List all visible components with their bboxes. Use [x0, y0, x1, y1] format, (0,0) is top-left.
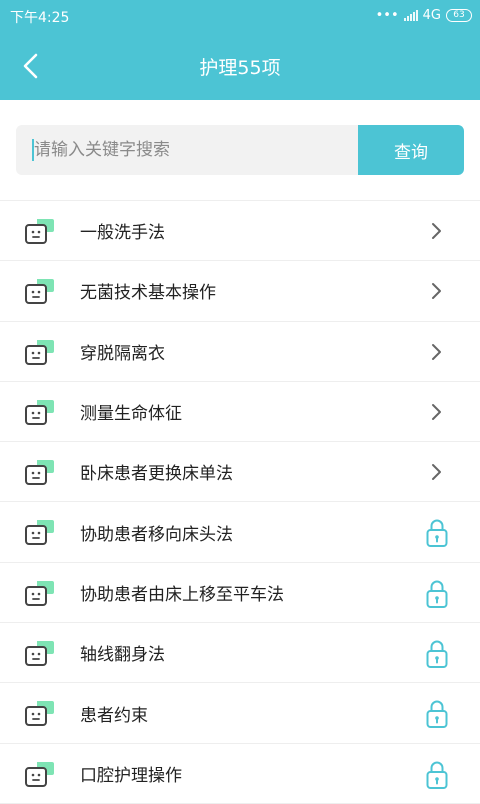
chevron-right-icon [432, 403, 441, 420]
chevron-right-icon [432, 464, 441, 481]
lock-icon [426, 700, 448, 729]
list-item-label: 穿脱隔离衣 [80, 343, 165, 364]
chevron-right-icon [432, 283, 441, 300]
chat-bubble-icon [25, 399, 54, 425]
list-item-8[interactable]: 轴线翻身法 [0, 623, 480, 684]
chat-bubble-icon [25, 339, 54, 365]
chevron-right-icon [432, 223, 441, 239]
list-item-label: 协助患者移向床头法 [80, 524, 233, 545]
chat-bubble-icon [25, 520, 54, 546]
chat-bubble-icon [25, 460, 54, 486]
status-bar: 下午4:25 ••• 4G 63 [0, 0, 480, 30]
lock-icon [426, 580, 448, 608]
list-item-label: 协助患者由床上移至平车法 [80, 584, 284, 605]
status-indicators: ••• 4G 63 [376, 7, 472, 23]
search-button[interactable]: 查询 [358, 125, 464, 175]
list-item-2[interactable]: 无菌技术基本操作 [0, 261, 480, 322]
list-item-10[interactable]: 口腔护理操作 [0, 744, 480, 804]
list-item-label: 测量生命体征 [80, 404, 182, 425]
chat-bubble-icon [25, 219, 54, 244]
list-item-label: 患者约束 [80, 705, 148, 726]
list-item-4[interactable]: 测量生命体征 [0, 382, 480, 443]
chat-bubble-icon [25, 641, 54, 667]
more-dots-icon: ••• [375, 7, 399, 23]
list-item-5[interactable]: 卧床患者更换床单法 [0, 442, 480, 503]
lock-icon [426, 761, 448, 789]
signal-icon [403, 9, 418, 21]
list-item-3[interactable]: 穿脱隔离衣 [0, 322, 480, 382]
battery-level: 63 [453, 9, 465, 20]
list-item-9[interactable]: 患者约束 [0, 683, 480, 744]
network-type: 4G [422, 7, 441, 23]
chat-bubble-icon [25, 701, 54, 727]
list-item-6[interactable]: 协助患者移向床头法 [0, 502, 480, 563]
page-title: 护理55项 [199, 57, 281, 79]
search-bar: 查询 [16, 125, 464, 175]
lock-icon [426, 520, 448, 548]
chevron-right-icon [432, 343, 441, 360]
procedure-list: 一般洗手法 无菌技术基本操作 穿脱隔离衣 测量生命体征 卧床患者更换床单法 协助… [0, 200, 480, 804]
list-item-label: 无菌技术基本操作 [80, 283, 216, 304]
chat-bubble-icon [25, 580, 54, 606]
search-input[interactable] [16, 125, 358, 175]
list-item-7[interactable]: 协助患者由床上移至平车法 [0, 563, 480, 624]
status-time: 下午4:25 [10, 10, 70, 26]
chat-bubble-icon [25, 279, 54, 305]
app-header: 下午4:25 ••• 4G 63 护理55项 [0, 0, 480, 100]
battery-icon: 63 [446, 8, 472, 22]
list-item-label: 卧床患者更换床单法 [80, 464, 233, 485]
list-item-label: 轴线翻身法 [80, 645, 165, 666]
chat-bubble-icon [25, 761, 54, 787]
list-item-label: 口腔护理操作 [80, 765, 182, 786]
lock-icon [426, 640, 448, 669]
text-caret [32, 139, 34, 161]
list-item-1[interactable]: 一般洗手法 [0, 201, 480, 262]
list-item-label: 一般洗手法 [80, 223, 165, 244]
